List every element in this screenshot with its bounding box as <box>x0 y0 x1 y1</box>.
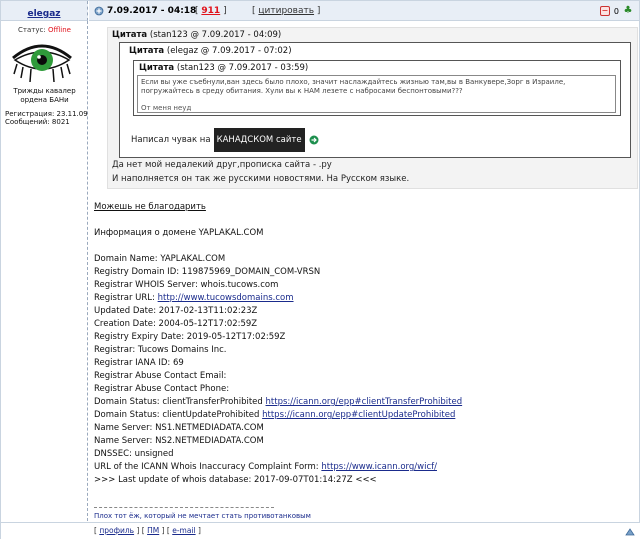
body-thanks: Можешь не благодарить <box>94 202 206 212</box>
message-count: Сообщений: 8021 <box>5 118 70 126</box>
whois-label: Domain Status: clientTransferProhibited <box>94 397 266 407</box>
footer-links: [ профиль ] [ ПМ ] [ e-mail ] <box>94 526 201 535</box>
whois-line: Registrar Abuse Contact Email: <box>94 371 227 381</box>
whois-line: Updated Date: 2017-02-13T11:02:23Z <box>94 306 258 316</box>
scroll-top-icon[interactable] <box>625 527 635 537</box>
quote-inner-body: Если вы уже съебнули,ван здесь было плох… <box>141 78 566 95</box>
whois-line: >>> Last update of whois database: 2017-… <box>94 475 377 485</box>
quote-close: ] <box>316 6 321 16</box>
registrar-url-link[interactable]: http://www.tucowsdomains.com <box>158 293 294 303</box>
forum-post: elegaz 7.09.2017 - 04:18 [ 911 ] [ цитир… <box>0 0 640 539</box>
transfer-prohibited-link[interactable]: https://icann.org/epp#clientTransferProh… <box>266 397 463 407</box>
whois-line: Registry Domain ID: 119875969_DOMAIN_COM… <box>94 267 321 277</box>
post-number: [ 911 ] <box>195 1 227 21</box>
registration-date: Регистрация: 23.11.09 <box>5 110 88 118</box>
post-date: 7.09.2017 - 04:18 <box>107 6 197 16</box>
author-registration: Регистрация: 23.11.09 Сообщений: 8021 <box>5 110 88 126</box>
quote-mid-meta: (elegaz @ 7.09.2017 - 07:02) <box>166 46 292 56</box>
quote-open: [ <box>252 6 256 16</box>
whois-label: Domain Status: clientUpdateProhibited <box>94 410 263 420</box>
quote-inner-meta: (stan123 @ 7.09.2017 - 03:59) <box>176 63 309 73</box>
body-domain-info: Информация о домене YAPLAKAL.COM <box>94 228 264 238</box>
profile-link[interactable]: профиль <box>99 526 134 535</box>
whois-line: Domain Name: YAPLAKAL.COM <box>94 254 226 264</box>
quote-outer-label: Цитата <box>112 30 148 40</box>
quote-inner-signature: От меня неуд <box>141 104 192 112</box>
post-link-icon[interactable] <box>94 6 104 16</box>
quote-label[interactable]: цитировать <box>258 6 314 16</box>
email-link[interactable]: e-mail <box>172 526 195 535</box>
author-rank: Трижды кавалер ордена БАНи <box>13 87 76 104</box>
author-name-link[interactable]: elegaz <box>27 9 60 19</box>
status-value: Offline <box>47 26 71 34</box>
rep-plus-icon[interactable]: ♣ <box>623 6 633 16</box>
quote-outer-meta: (stan123 @ 7.09.2017 - 04:09) <box>149 30 282 40</box>
post-body: Можешь не благодарить Информация о домен… <box>94 201 638 487</box>
whois-line: URL of the ICANN Whois Inaccuracy Compla… <box>94 461 638 474</box>
post-footer: [ профиль ] [ ПМ ] [ e-mail ] <box>1 522 640 539</box>
pm-link[interactable]: ПМ <box>147 526 159 535</box>
whois-line: Registrar Abuse Contact Phone: <box>94 384 230 394</box>
post-header: 7.09.2017 - 04:18 [ 911 ] [ цитировать ]… <box>89 1 639 21</box>
rep-count: 0 <box>613 6 619 16</box>
whois-line: DNSSEC: unsigned <box>94 449 174 459</box>
whois-line: Name Server: NS1.NETMEDIADATA.COM <box>94 423 264 433</box>
arrow-emoticon-icon <box>309 135 319 145</box>
quote-outer: Цитата (stan123 @ 7.09.2017 - 04:09) Цит… <box>107 27 638 189</box>
rep-minus-icon[interactable]: − <box>599 6 610 16</box>
quote-outer-title: Цитата (stan123 @ 7.09.2017 - 04:09) <box>112 29 281 41</box>
whois-line: Name Server: NS2.NETMEDIADATA.COM <box>94 436 264 446</box>
quote-outer-text: Да нет мой недалекий друг,прописка сайта… <box>112 158 409 186</box>
whois-line: Creation Date: 2004-05-12T17:02:59Z <box>94 319 258 329</box>
quote-mid-highlight: КАНАДСКОМ сайте <box>213 128 305 152</box>
quote-inner-label: Цитата <box>139 63 175 73</box>
post-number-close: ] <box>223 6 227 16</box>
post-number-open: [ <box>195 6 199 16</box>
whois-line: Registrar: Tucows Domains Inc. <box>94 345 227 355</box>
update-prohibited-link[interactable]: https://icann.org/epp#clientUpdateProhib… <box>262 410 455 420</box>
avatar <box>12 44 72 83</box>
quote-mid-text: Написал чувак на КАНАДСКОМ сайте <box>131 128 319 152</box>
whois-label: Registrar URL: <box>94 293 158 303</box>
icann-complaint-link[interactable]: https://www.icann.org/wicf/ <box>321 462 437 472</box>
author-status: Статус: Offline <box>1 26 88 34</box>
whois-line: Domain Status: clientTransferProhibited … <box>94 396 638 409</box>
quote-outer-line2: И наполняется он так же русскими новостя… <box>112 174 410 184</box>
quote-mid-title: Цитата (elegaz @ 7.09.2017 - 07:02) <box>129 45 292 57</box>
whois-label: URL of the ICANN Whois Inaccuracy Compla… <box>94 462 322 472</box>
whois-line: Registrar URL: http://www.tucowsdomains.… <box>94 292 638 305</box>
quote-inner-title: Цитата (stan123 @ 7.09.2017 - 03:59) <box>139 62 308 74</box>
author-column: Статус: Offline Трижды кавалер ордена БА… <box>1 21 88 521</box>
whois-line: Domain Status: clientUpdateProhibited ht… <box>94 409 638 422</box>
reputation-controls: − 0 ♣ <box>599 5 633 17</box>
quote-inner-text: Если вы уже съебнули,ван здесь было плох… <box>137 75 616 113</box>
quote-mid-label: Цитата <box>129 46 165 56</box>
quote-button[interactable]: [ цитировать ] <box>252 1 320 21</box>
whois-line: Registrar WHOIS Server: whois.tucows.com <box>94 280 279 290</box>
whois-line: Registry Expiry Date: 2019-05-12T17:02:5… <box>94 332 286 342</box>
status-label: Статус: <box>18 26 46 34</box>
quote-inner: Цитата (stan123 @ 7.09.2017 - 03:59) Есл… <box>133 60 621 116</box>
author-header: elegaz <box>1 1 88 21</box>
whois-line: Registrar IANA ID: 69 <box>94 358 184 368</box>
signature-divider <box>94 507 274 508</box>
post-number-link[interactable]: 911 <box>201 6 220 16</box>
author-signature: Плох тот ёж, который не мечтает стать пр… <box>94 512 311 520</box>
quote-mid: Цитата (elegaz @ 7.09.2017 - 07:02) Цита… <box>119 42 631 158</box>
quote-outer-line1: Да нет мой недалекий друг,прописка сайта… <box>112 160 332 170</box>
quote-mid-prefix: Написал чувак на <box>131 135 211 145</box>
